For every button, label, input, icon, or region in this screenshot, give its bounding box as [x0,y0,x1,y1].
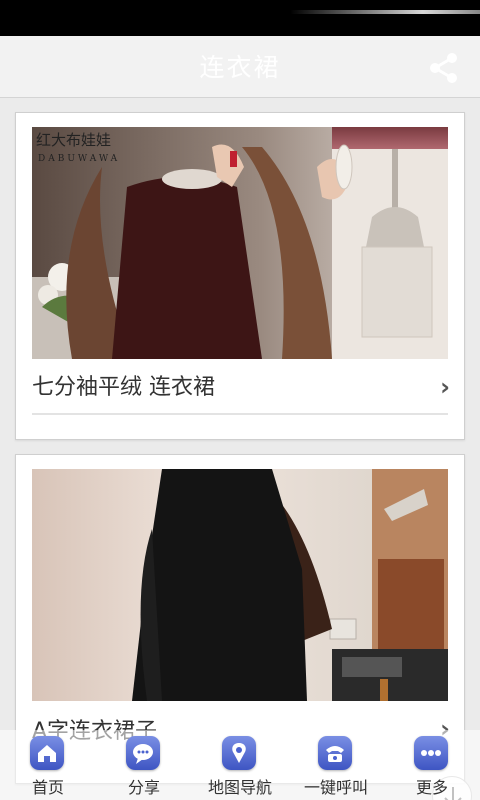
product-image[interactable] [32,469,448,701]
status-bar [0,0,480,36]
nav-label: 更多 [415,778,448,797]
nav-item-more[interactable]: 更多 [384,730,480,800]
product-list[interactable]: 红大布娃娃 DABUWAWA 七分袖平绒 连衣裙 › › [0,98,480,800]
brand-watermark-sub: DABUWAWA [38,154,120,164]
app-header: 连衣裙 [0,36,480,98]
nav-label: 地图导航 [207,778,272,797]
product-title[interactable]: 七分袖平绒 连衣裙 [32,369,215,401]
nav-item-call[interactable]: 一键呼叫 [288,730,384,800]
more-icon [414,736,448,770]
product-image[interactable]: 红大布娃娃 DABUWAWA [32,127,448,359]
share-icon [430,53,457,83]
chevron-right-icon: › [440,373,450,401]
nav-item-share[interactable]: 分享 [96,730,192,800]
bottom-nav: 首页 分享 地图导航 一键呼叫 更多 [0,730,480,800]
chat-icon [126,736,160,770]
home-icon [30,736,64,770]
map-pin-icon [222,736,256,770]
status-bar-decoration [290,10,480,14]
share-button[interactable] [426,50,462,86]
nav-label: 首页 [31,778,64,797]
nav-item-home[interactable]: 首页 [0,730,96,800]
divider [32,413,448,415]
phone-icon [318,736,352,770]
nav-label: 分享 [127,778,160,797]
product-card[interactable]: 红大布娃娃 DABUWAWA 七分袖平绒 连衣裙 › [15,112,465,440]
nav-label: 一键呼叫 [303,778,368,797]
page-title: 连衣裙 [199,53,281,82]
brand-watermark: 红大布娃娃 [36,131,111,149]
nav-item-map[interactable]: 地图导航 [192,730,288,800]
